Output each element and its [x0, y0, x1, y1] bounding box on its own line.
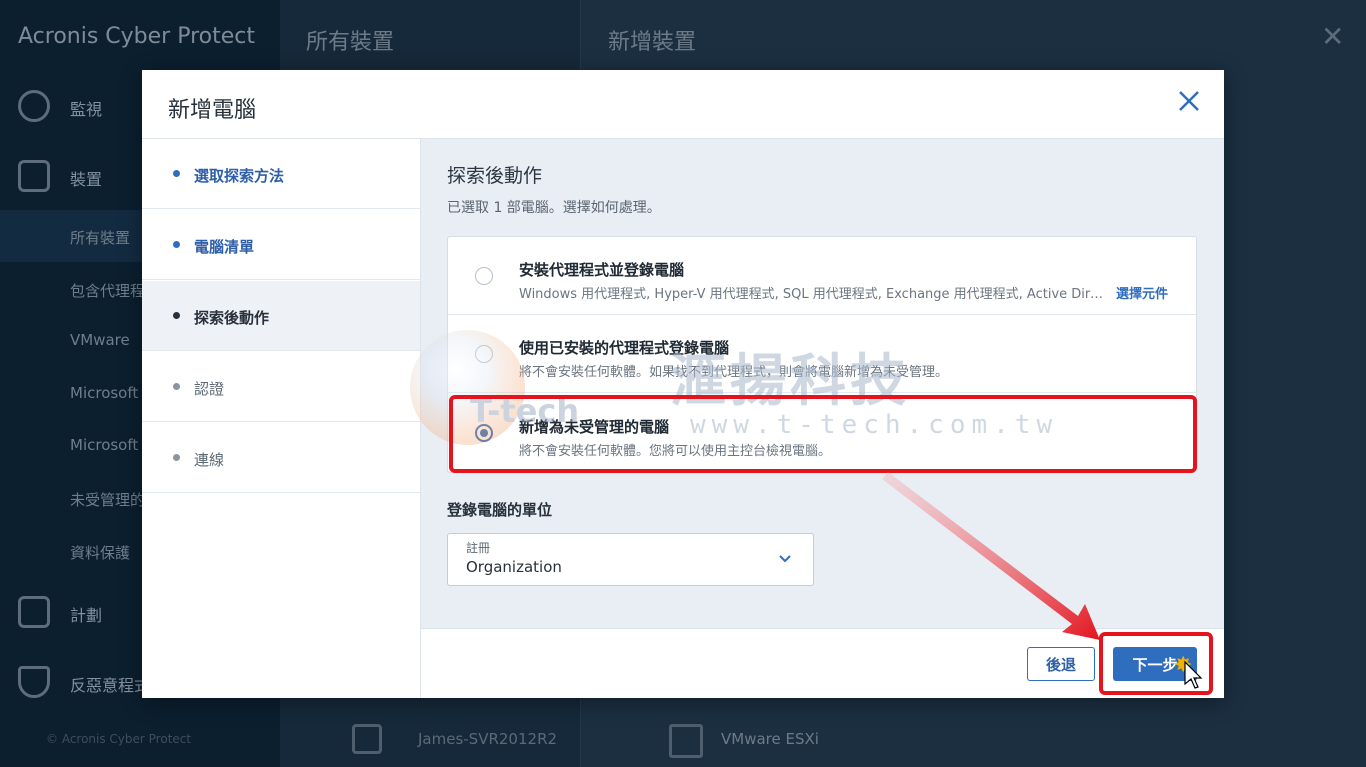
dialog-header: 新增電腦	[142, 70, 1224, 139]
plans-icon	[18, 596, 50, 628]
option-description: Windows 用代理程式, Hyper-V 用代理程式, SQL 用代理程式,…	[519, 287, 1109, 302]
step-dot-icon	[173, 454, 180, 461]
step-label: 連線	[194, 451, 225, 469]
option-title: 使用已安裝的代理程式登錄電腦	[519, 339, 730, 357]
section-subtitle: 已選取 1 部電腦。選擇如何處理。	[447, 200, 661, 216]
radio-button[interactable]	[475, 345, 493, 363]
section-title: 探索後動作	[447, 165, 543, 187]
action-options: 安裝代理程式並登錄電腦 Windows 用代理程式, Hyper-V 用代理程式…	[447, 236, 1197, 473]
nav-antimalware-label: 反惡意程式	[70, 676, 151, 695]
step-label: 認證	[194, 380, 225, 398]
close-icon[interactable]	[1176, 88, 1202, 114]
step-dot-icon	[173, 312, 180, 319]
dialog-footer: 後退 下一步	[421, 628, 1224, 698]
app-logo: Acronis Cyber Protect	[18, 24, 255, 49]
device-row[interactable]: James-SVR2012R2	[418, 730, 557, 748]
select-caption: 註冊	[466, 541, 491, 555]
option-description: 將不會安裝任何軟體。如果找不到代理程式，則會將電腦新增為未受管理。	[519, 365, 949, 380]
nav-devices-label: 裝置	[70, 170, 103, 189]
dialog-title: 新增電腦	[168, 98, 257, 123]
option-title: 新增為未受管理的電腦	[519, 418, 670, 436]
option-description: 將不會安裝任何軟體。您將可以使用主控台檢視電腦。	[519, 444, 832, 459]
step-content: 探索後動作 已選取 1 部電腦。選擇如何處理。 安裝代理程式並登錄電腦 Wind…	[421, 139, 1224, 628]
shield-icon	[18, 666, 50, 698]
computer-icon	[352, 724, 382, 754]
subnav-label: 所有裝置	[70, 229, 131, 247]
radio-button[interactable]	[475, 267, 493, 285]
devices-panel-title: 所有裝置	[306, 30, 395, 55]
step-credentials[interactable]: 認證	[142, 352, 420, 422]
step-post-discovery-action[interactable]: 探索後動作	[142, 281, 420, 351]
add-computer-dialog: 新增電腦 選取探索方法 電腦清單 探索後動作 認證 連線 探索後動作 已選取 1…	[142, 70, 1224, 698]
vmware-esxi-label[interactable]: VMware ESXi	[721, 730, 819, 748]
option-add-unmanaged[interactable]: 新增為未受管理的電腦 將不會安裝任何軟體。您將可以使用主控台檢視電腦。	[448, 394, 1196, 472]
option-install-agent[interactable]: 安裝代理程式並登錄電腦 Windows 用代理程式, Hyper-V 用代理程式…	[448, 237, 1196, 315]
dashboard-icon	[18, 90, 50, 122]
nav-monitor-label: 監視	[70, 100, 103, 119]
subnav-label: VMware	[70, 331, 130, 349]
chevron-down-icon	[779, 555, 791, 563]
step-dot-icon	[173, 241, 180, 248]
add-device-title: 新增裝置	[608, 30, 697, 55]
select-value: Organization	[466, 558, 562, 576]
close-icon[interactable]: ✕	[1321, 20, 1344, 53]
option-title: 安裝代理程式並登錄電腦	[519, 261, 685, 279]
back-button[interactable]: 後退	[1027, 647, 1095, 681]
subnav-label: 資料保護	[70, 544, 131, 562]
step-select-discovery-method[interactable]: 選取探索方法	[142, 139, 420, 209]
registration-unit-label: 登錄電腦的單位	[447, 501, 553, 519]
wizard-steps: 選取探索方法 電腦清單 探索後動作 認證 連線	[142, 139, 421, 698]
nav-plans-label: 計劃	[70, 606, 103, 625]
step-computer-list[interactable]: 電腦清單	[142, 210, 420, 280]
option-register-installed-agent[interactable]: 使用已安裝的代理程式登錄電腦 將不會安裝任何軟體。如果找不到代理程式，則會將電腦…	[448, 315, 1196, 393]
step-label: 選取探索方法	[194, 167, 285, 185]
step-dot-icon	[173, 170, 180, 177]
step-connection[interactable]: 連線	[142, 423, 420, 493]
monitor-icon	[18, 160, 50, 192]
radio-button-checked[interactable]	[475, 424, 493, 442]
step-dot-icon	[173, 383, 180, 390]
next-button[interactable]: 下一步	[1113, 647, 1197, 681]
registration-unit-select[interactable]: 註冊 Organization	[447, 533, 814, 586]
subnav-label: Microsoft	[70, 436, 139, 454]
footer-copyright: © Acronis Cyber Protect	[46, 732, 192, 746]
subnav-label: 未受管理的	[70, 491, 146, 509]
step-label: 探索後動作	[194, 309, 270, 327]
subnav-label: Microsoft	[70, 384, 139, 402]
step-label: 電腦清單	[194, 238, 255, 256]
vmware-icon	[669, 724, 703, 758]
select-components-link[interactable]: 選擇元件	[1116, 283, 1168, 302]
